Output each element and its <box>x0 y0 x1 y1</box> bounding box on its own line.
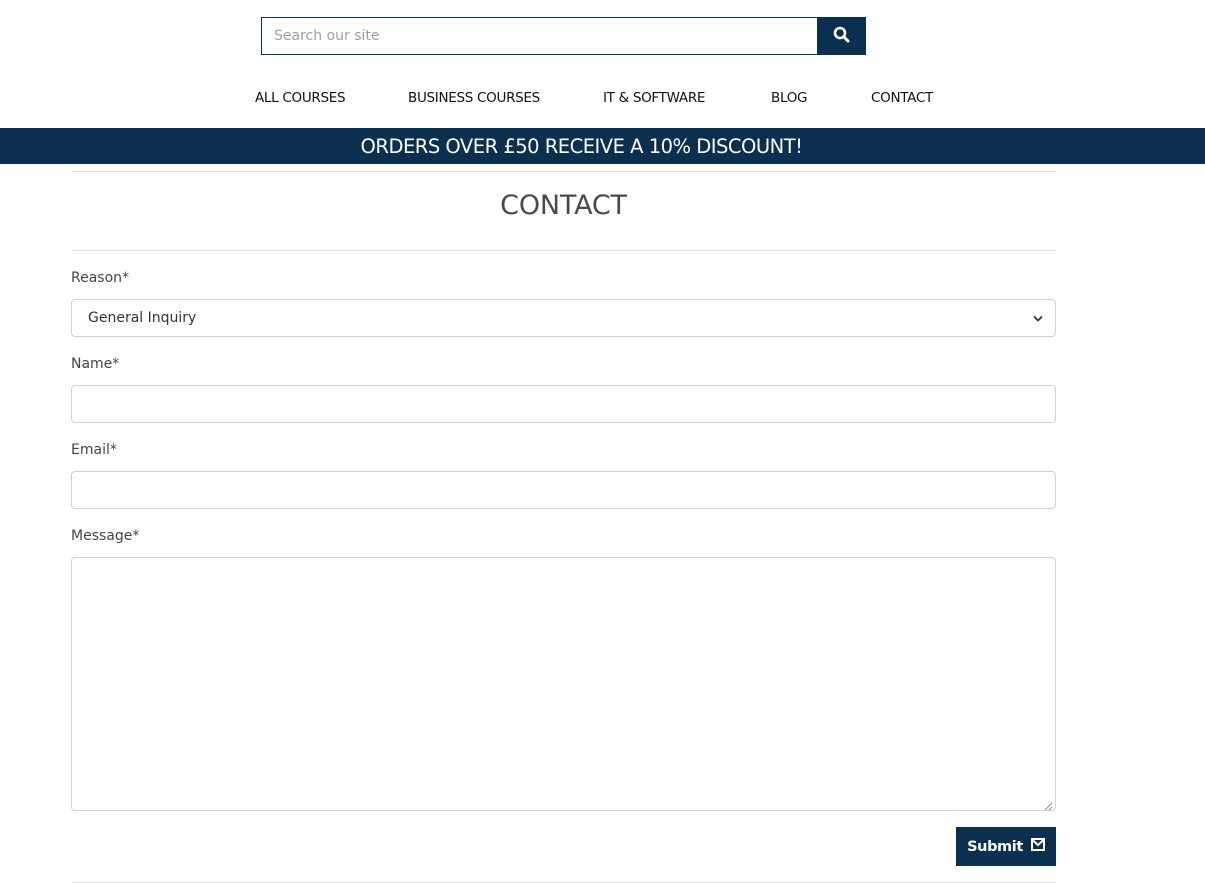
search-input[interactable] <box>261 17 817 55</box>
divider-bottom <box>71 882 1056 883</box>
resize-handle-icon[interactable] <box>1044 799 1053 811</box>
reason-select-value: General Inquiry <box>88 310 197 326</box>
email-field[interactable] <box>71 471 1056 509</box>
reason-select[interactable]: General Inquiry <box>71 299 1056 337</box>
message-label: Message* <box>71 528 140 544</box>
search-icon <box>833 26 850 46</box>
promo-banner: ORDERS OVER £50 RECEIVE A 10% DISCOUNT! <box>0 128 1205 164</box>
reason-label: Reason* <box>71 270 130 286</box>
name-field[interactable] <box>71 385 1056 423</box>
search-button[interactable] <box>817 17 866 55</box>
submit-label: Submit <box>967 838 1023 855</box>
email-label: Email* <box>71 442 117 458</box>
nav-item-it-software[interactable]: IT & SOFTWARE <box>603 90 705 106</box>
nav-item-blog[interactable]: BLOG <box>771 90 808 106</box>
page-title: CONTACT <box>500 190 627 221</box>
search-bar <box>261 17 866 55</box>
message-textarea[interactable] <box>71 557 1056 811</box>
envelope-icon <box>1030 838 1045 855</box>
submit-button[interactable]: Submit <box>956 827 1056 866</box>
nav-item-contact[interactable]: CONTACT <box>871 90 933 106</box>
divider-title <box>71 250 1056 251</box>
name-label: Name* <box>71 356 120 372</box>
divider-top <box>71 171 1056 172</box>
nav-item-business-courses[interactable]: BUSINESS COURSES <box>408 90 540 106</box>
promo-text: ORDERS OVER £50 RECEIVE A 10% DISCOUNT! <box>360 134 803 158</box>
main-nav: ALL COURSES BUSINESS COURSES IT & SOFTWA… <box>0 90 1205 112</box>
chevron-down-icon <box>1033 310 1043 326</box>
nav-item-all-courses[interactable]: ALL COURSES <box>255 90 346 106</box>
